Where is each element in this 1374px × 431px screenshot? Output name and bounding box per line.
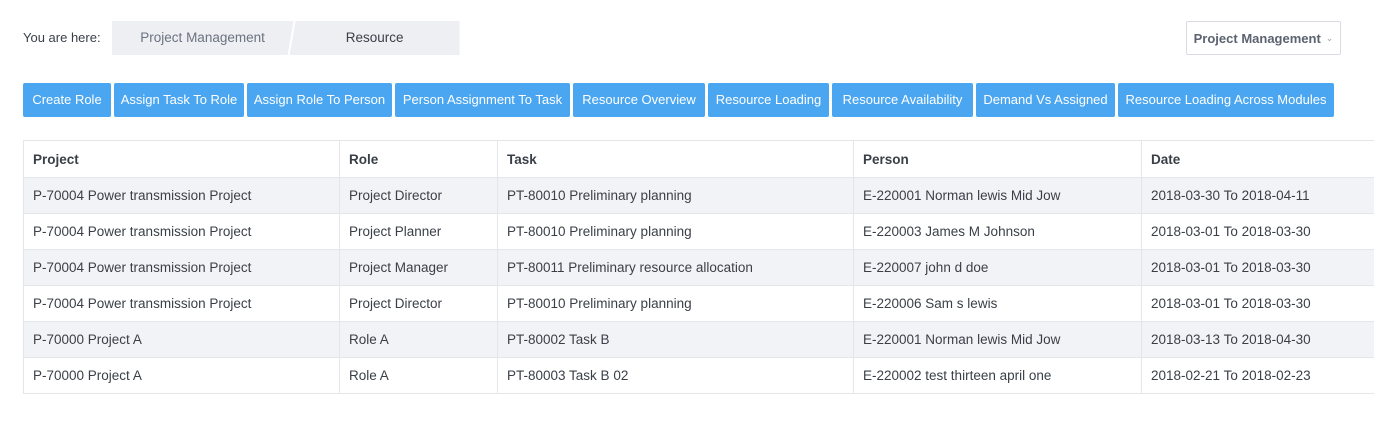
cell-role: Project Planner xyxy=(339,213,498,250)
cell-date: 2018-03-30 To 2018-04-11 xyxy=(1141,177,1374,214)
cell-date: 2018-03-01 To 2018-03-30 xyxy=(1141,249,1374,286)
cell-task: PT-80010 Preliminary planning xyxy=(497,285,854,322)
cell-project: P-70000 Project A xyxy=(23,357,340,394)
action-button-bar: Create Role Assign Task To Role Assign R… xyxy=(23,83,1337,117)
cell-project: P-70004 Power transmission Project xyxy=(23,249,340,286)
assignment-table-container: Project Role Task Person Date P-70004 Po… xyxy=(23,140,1374,394)
cell-task: PT-80010 Preliminary planning xyxy=(497,213,854,250)
table-row[interactable]: P-70004 Power transmission Project Proje… xyxy=(23,285,1374,322)
cell-role: Role A xyxy=(339,357,498,394)
column-header-role[interactable]: Role xyxy=(339,140,498,178)
cell-person: E-220007 john d doe xyxy=(853,249,1142,286)
table-row[interactable]: P-70004 Power transmission Project Proje… xyxy=(23,249,1374,286)
table-header-row: Project Role Task Person Date xyxy=(23,140,1374,178)
cell-date: 2018-03-13 To 2018-04-30 xyxy=(1141,321,1374,358)
assign-role-to-person-button[interactable]: Assign Role To Person xyxy=(247,83,392,117)
cell-role: Role A xyxy=(339,321,498,358)
cell-project: P-70004 Power transmission Project xyxy=(23,285,340,322)
table-row[interactable]: P-70000 Project A Role A PT-80003 Task B… xyxy=(23,357,1374,394)
assign-task-to-role-button[interactable]: Assign Task To Role xyxy=(114,83,244,117)
cell-date: 2018-03-01 To 2018-03-30 xyxy=(1141,213,1374,250)
resource-planning-page: You are here: Project Management Resourc… xyxy=(0,0,1374,431)
cell-person: E-220001 Norman lewis Mid Jow xyxy=(853,321,1142,358)
cell-project: P-70000 Project A xyxy=(23,321,340,358)
cell-date: 2018-03-01 To 2018-03-30 xyxy=(1141,285,1374,322)
cell-task: PT-80011 Preliminary resource allocation xyxy=(497,249,854,286)
module-select[interactable]: Project Management ⌄ xyxy=(1186,21,1341,55)
table-row[interactable]: P-70000 Project A Role A PT-80002 Task B… xyxy=(23,321,1374,358)
breadcrumb-item-project-management[interactable]: Project Management xyxy=(112,21,294,55)
resource-loading-button[interactable]: Resource Loading xyxy=(708,83,829,117)
breadcrumb-label: You are here: xyxy=(23,30,101,45)
resource-availability-button[interactable]: Resource Availability xyxy=(832,83,973,117)
cell-project: P-70004 Power transmission Project xyxy=(23,213,340,250)
resource-loading-across-modules-button[interactable]: Resource Loading Across Modules xyxy=(1118,83,1334,117)
column-header-task[interactable]: Task xyxy=(497,140,854,178)
demand-vs-assigned-button[interactable]: Demand Vs Assigned xyxy=(976,83,1115,117)
assignment-table: Project Role Task Person Date P-70004 Po… xyxy=(23,140,1374,394)
cell-person: E-220002 test thirteen april one xyxy=(853,357,1142,394)
person-assignment-to-task-button[interactable]: Person Assignment To Task xyxy=(395,83,570,117)
breadcrumb-item-resource-planning: Resource Planning xyxy=(289,21,460,55)
resource-overview-button[interactable]: Resource Overview xyxy=(573,83,705,117)
cell-role: Project Director xyxy=(339,177,498,214)
cell-project: P-70004 Power transmission Project xyxy=(23,177,340,214)
cell-task: PT-80003 Task B 02 xyxy=(497,357,854,394)
cell-task: PT-80002 Task B xyxy=(497,321,854,358)
table-row[interactable]: P-70004 Power transmission Project Proje… xyxy=(23,213,1374,250)
cell-person: E-220003 James M Johnson xyxy=(853,213,1142,250)
cell-date: 2018-02-21 To 2018-02-23 xyxy=(1141,357,1374,394)
module-select-value: Project Management xyxy=(1193,30,1321,46)
create-role-button[interactable]: Create Role xyxy=(23,83,111,117)
table-row[interactable]: P-70004 Power transmission Project Proje… xyxy=(23,177,1374,214)
cell-person: E-220001 Norman lewis Mid Jow xyxy=(853,177,1142,214)
breadcrumb: You are here: Project Management Resourc… xyxy=(23,21,460,55)
cell-person: E-220006 Sam s lewis xyxy=(853,285,1142,322)
cell-task: PT-80010 Preliminary planning xyxy=(497,177,854,214)
column-header-date[interactable]: Date xyxy=(1141,140,1374,178)
chevron-down-icon: ⌄ xyxy=(1325,32,1334,43)
column-header-person[interactable]: Person xyxy=(853,140,1142,178)
column-header-project[interactable]: Project xyxy=(23,140,340,178)
cell-role: Project Manager xyxy=(339,249,498,286)
cell-role: Project Director xyxy=(339,285,498,322)
